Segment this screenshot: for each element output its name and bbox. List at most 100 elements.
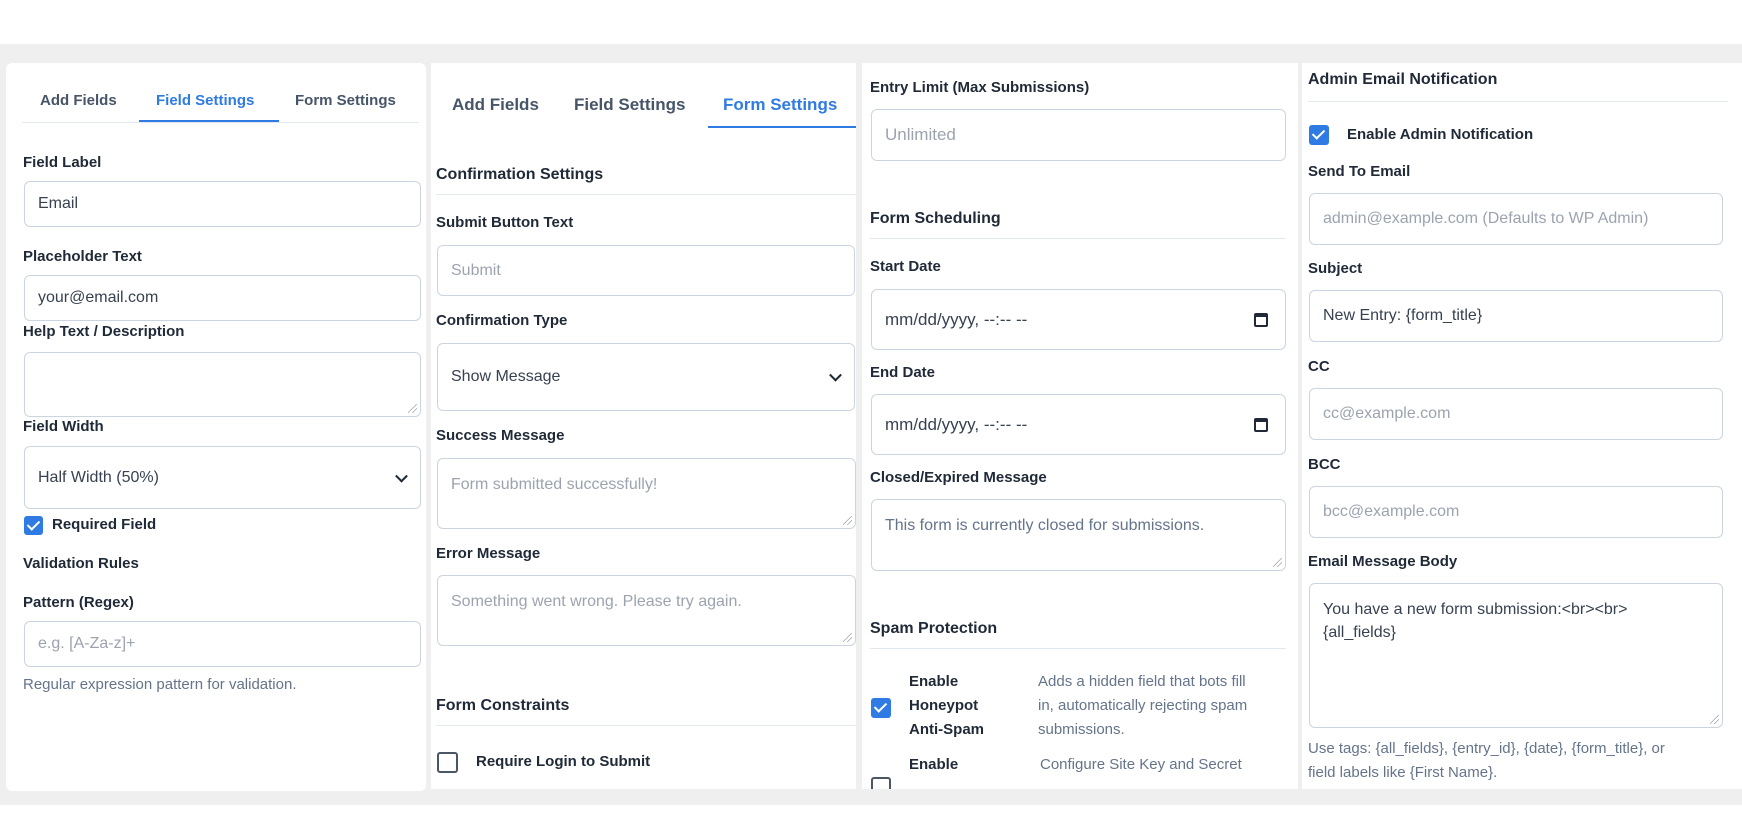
active-tab-indicator (708, 126, 856, 128)
panel-admin-email: Admin Email Notification Enable Admin No… (1302, 63, 1742, 789)
field-width-value: Half Width (50%) (38, 468, 159, 486)
form-scheduling-heading: Form Scheduling (870, 210, 1001, 227)
section-divider (870, 648, 1286, 649)
closed-message-textarea[interactable]: This form is currently closed for submis… (871, 499, 1286, 571)
tab-field-settings[interactable]: Field Settings (156, 92, 254, 109)
error-message-placeholder: Something went wrong. Please try again. (451, 593, 742, 610)
start-date-heading: Start Date (870, 258, 941, 275)
section-divider (1308, 101, 1728, 102)
entry-limit-heading: Entry Limit (Max Submissions) (870, 79, 1090, 96)
recaptcha-checkbox[interactable] (871, 777, 891, 789)
placeholder-text-input[interactable]: your@email.com (24, 275, 421, 321)
honeypot-label-line: Enable (909, 673, 959, 690)
section-divider (436, 194, 856, 195)
honeypot-description: Adds a hidden field that bots fill in, a… (1038, 670, 1247, 742)
confirmation-settings-heading: Confirmation Settings (436, 166, 604, 183)
confirmation-type-value: Show Message (451, 368, 561, 385)
require-login-checkbox[interactable] (437, 752, 458, 773)
tabs-divider (22, 122, 419, 123)
enable-admin-notification-checkbox[interactable] (1309, 125, 1329, 145)
closed-message-heading: Closed/Expired Message (870, 469, 1047, 486)
placeholder-text-heading: Placeholder Text (23, 248, 142, 265)
send-to-heading: Send To Email (1308, 163, 1411, 180)
cc-input[interactable]: cc@example.com (1309, 388, 1723, 440)
panel-field-settings: Add Fields Field Settings Form Settings … (6, 63, 426, 791)
bcc-input[interactable]: bcc@example.com (1309, 486, 1723, 538)
subject-input[interactable]: New Entry: {form_title} (1309, 290, 1723, 342)
honeypot-description-line: Adds a hidden field that bots fill (1038, 673, 1246, 690)
admin-email-heading: Admin Email Notification (1308, 71, 1498, 88)
tab-field-settings[interactable]: Field Settings (574, 95, 685, 115)
email-body-textarea[interactable]: You have a new form submission:<br><br> … (1309, 583, 1723, 728)
tags-help-text: Use tags: {all_fields}, {entry_id}, {dat… (1308, 737, 1665, 785)
resize-grip-icon[interactable] (843, 516, 852, 525)
section-divider (870, 238, 1286, 239)
honeypot-description-line: in, automatically rejecting spam (1038, 697, 1248, 714)
help-text-heading: Help Text / Description (23, 323, 185, 340)
require-login-label: Require Login to Submit (476, 753, 651, 770)
resize-grip-icon[interactable] (408, 404, 417, 413)
tags-help-line: field labels like {First Name}. (1308, 764, 1498, 781)
tab-add-fields[interactable]: Add Fields (40, 92, 117, 109)
success-message-textarea[interactable]: Form submitted successfully! (437, 458, 856, 529)
entry-limit-input[interactable]: Unlimited (871, 109, 1286, 161)
tab-form-settings[interactable]: Form Settings (295, 92, 396, 109)
required-field-checkbox[interactable] (24, 516, 43, 535)
honeypot-label-line: Anti-Spam (909, 721, 984, 738)
honeypot-label: Enable Honeypot Anti-Spam (909, 670, 984, 742)
end-date-heading: End Date (870, 364, 936, 381)
closed-message-placeholder: This form is currently closed for submis… (885, 517, 1205, 534)
pattern-input[interactable]: e.g. [A-Za-z]+ (24, 621, 421, 667)
honeypot-description-line: submissions. (1038, 721, 1125, 738)
panel-form-settings-confirmation: Add Fields Field Settings Form Settings … (431, 63, 856, 789)
help-text-textarea[interactable] (24, 352, 421, 417)
required-field-label: Required Field (52, 516, 157, 533)
resize-grip-icon[interactable] (1273, 558, 1282, 567)
recaptcha-description: Configure Site Key and Secret (1040, 756, 1242, 773)
confirmation-type-select[interactable]: Show Message (437, 343, 855, 411)
panel-form-settings-constraints: Entry Limit (Max Submissions) Unlimited … (862, 63, 1298, 789)
email-body-line: {all_fields} (1323, 624, 1396, 641)
field-width-heading: Field Width (23, 418, 104, 435)
start-date-value: mm/dd/yyyy, --:-- -- (885, 309, 1028, 329)
resize-grip-icon[interactable] (843, 633, 852, 642)
enable-admin-notification-label: Enable Admin Notification (1347, 126, 1534, 143)
tab-add-fields[interactable]: Add Fields (452, 95, 539, 115)
start-date-input[interactable]: mm/dd/yyyy, --:-- -- (871, 289, 1286, 350)
honeypot-checkbox[interactable] (871, 698, 891, 718)
tab-form-settings[interactable]: Form Settings (723, 95, 837, 115)
success-message-placeholder: Form submitted successfully! (451, 476, 658, 493)
email-body-line: You have a new form submission:<br><br> (1323, 601, 1628, 618)
submit-button-text-input[interactable]: Submit (437, 245, 855, 296)
calendar-icon[interactable] (1254, 417, 1268, 432)
chevron-down-icon (395, 469, 408, 483)
end-date-input[interactable]: mm/dd/yyyy, --:-- -- (871, 394, 1286, 455)
chevron-down-icon (829, 368, 842, 382)
field-width-select[interactable]: Half Width (50%) (24, 446, 421, 509)
active-tab-indicator (139, 120, 279, 122)
error-message-textarea[interactable]: Something went wrong. Please try again. (437, 575, 856, 646)
confirmation-type-heading: Confirmation Type (436, 312, 568, 329)
field-label-heading: Field Label (23, 154, 102, 171)
cc-heading: CC (1308, 358, 1330, 375)
end-date-value: mm/dd/yyyy, --:-- -- (885, 414, 1028, 434)
tags-help-line: Use tags: {all_fields}, {entry_id}, {dat… (1308, 740, 1665, 757)
submit-button-text-heading: Submit Button Text (436, 214, 574, 231)
section-divider (436, 725, 856, 726)
subject-heading: Subject (1308, 260, 1363, 277)
email-body-heading: Email Message Body (1308, 553, 1458, 570)
send-to-input[interactable]: admin@example.com (Defaults to WP Admin) (1309, 193, 1723, 245)
success-message-heading: Success Message (436, 427, 565, 444)
resize-grip-icon[interactable] (1710, 715, 1719, 724)
pattern-heading: Pattern (Regex) (23, 594, 134, 611)
form-constraints-heading: Form Constraints (436, 697, 570, 714)
field-label-input[interactable]: Email (24, 181, 421, 227)
calendar-icon[interactable] (1254, 312, 1268, 327)
error-message-heading: Error Message (436, 545, 541, 562)
honeypot-label-line: Honeypot (909, 697, 979, 714)
validation-rules-heading: Validation Rules (23, 555, 139, 572)
pattern-help-text: Regular expression pattern for validatio… (23, 676, 297, 693)
spam-protection-heading: Spam Protection (870, 620, 998, 637)
recaptcha-label: Enable (909, 756, 959, 773)
bcc-heading: BCC (1308, 456, 1341, 473)
